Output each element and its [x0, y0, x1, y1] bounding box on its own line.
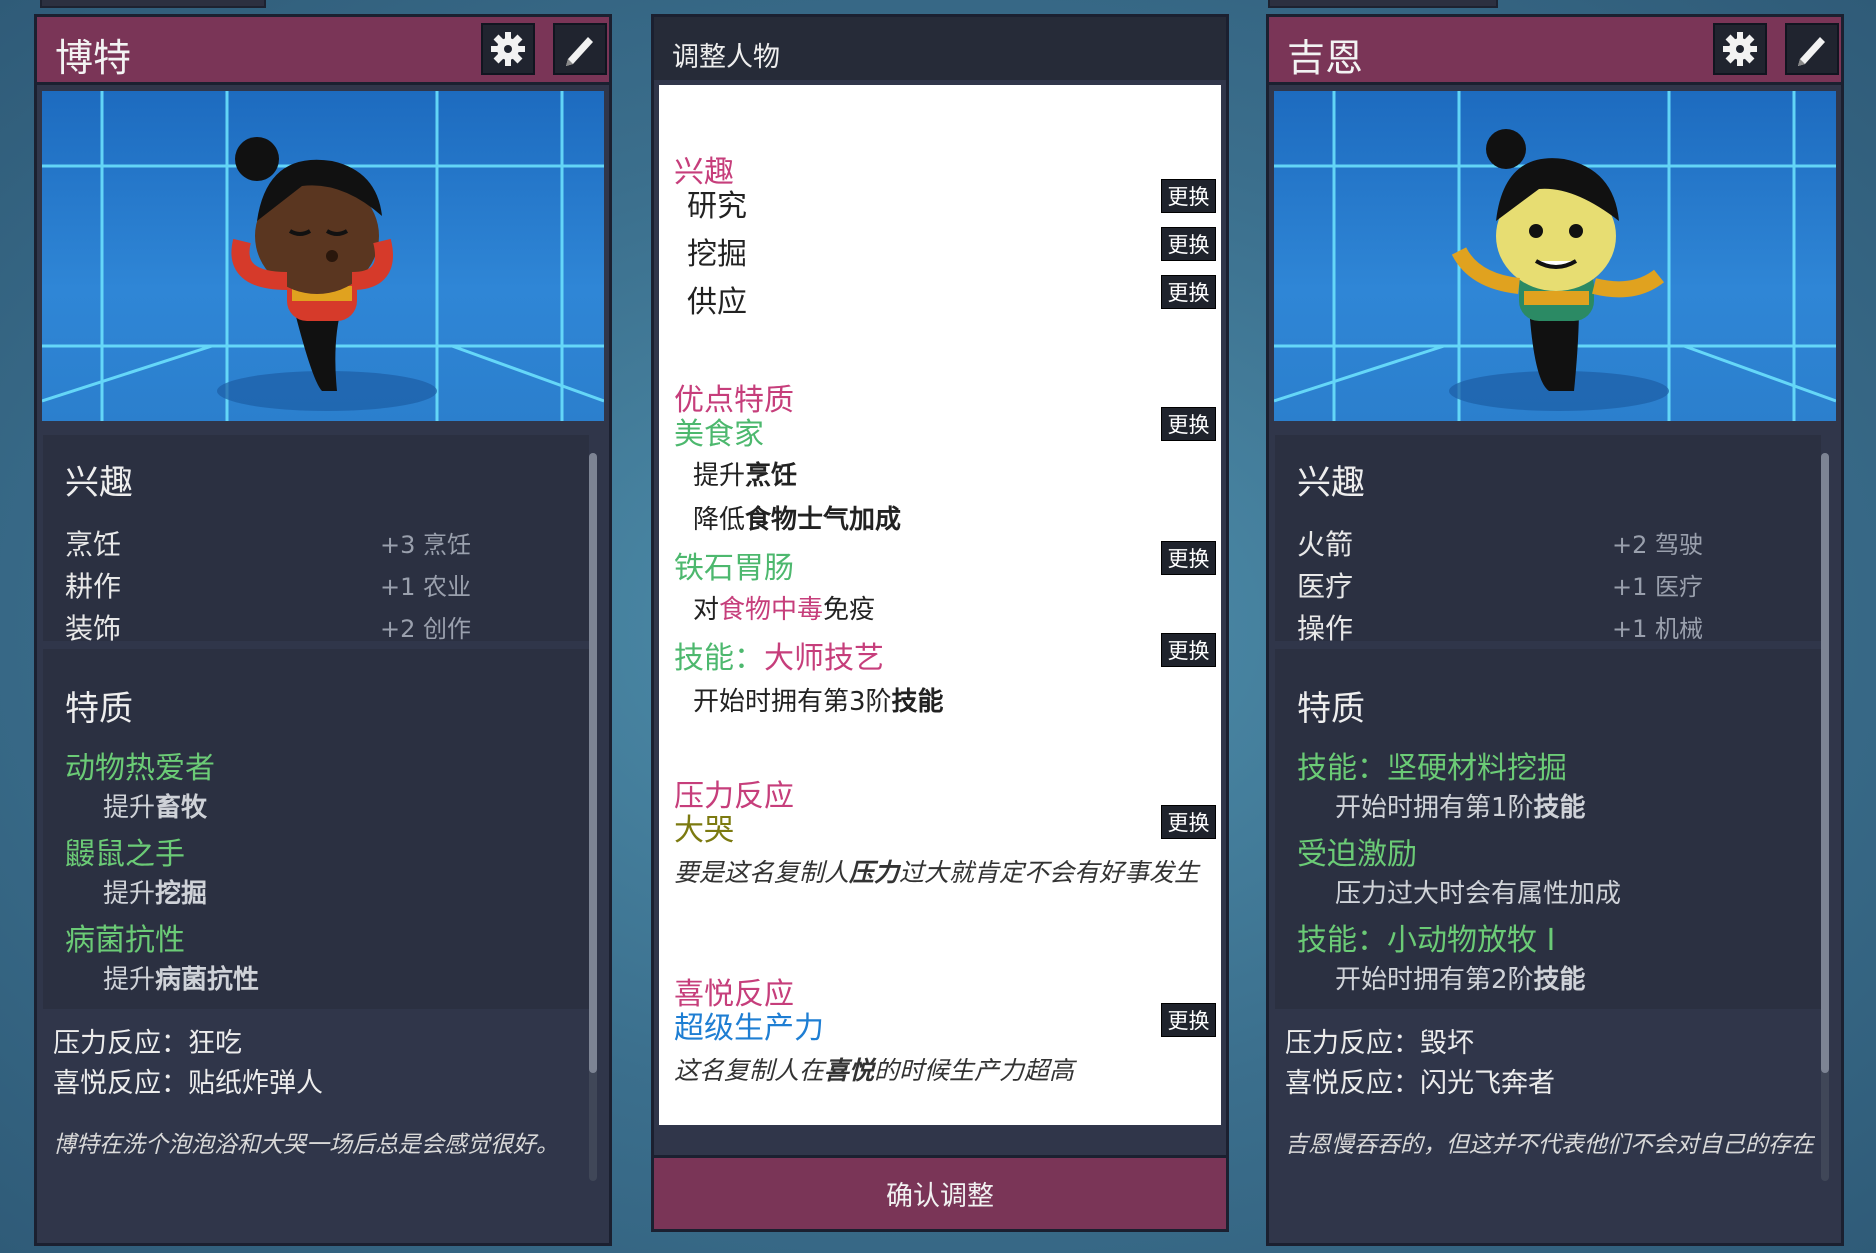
interest-row: 医疗 +1 医疗	[1297, 565, 1801, 603]
swap-button[interactable]: 更换	[1161, 1003, 1216, 1037]
bio-text: 吉恩慢吞吞的，但这并不代表他们不会对自己的存在有一丝不满。	[1285, 1132, 1815, 1158]
traits-section: 特质 动物热爱者 提升畜牧 鼹鼠之手 提升挖掘 病菌抗性 提升病菌抗性	[43, 649, 589, 1009]
trait-name: 病菌抗性	[65, 923, 185, 958]
interest-row: 耕作 +1 农业	[65, 565, 569, 603]
joy-reaction: 喜悦反应：闪光飞奔者	[1285, 1068, 1555, 1099]
interest-item: 研究	[687, 189, 747, 224]
swap-button[interactable]: 更换	[1161, 407, 1216, 441]
interest-name: 耕作	[65, 570, 122, 603]
swap-button[interactable]: 更换	[1161, 227, 1216, 261]
stress-reaction: 压力反应：狂吃	[53, 1028, 242, 1059]
interest-bonus: +3 烹饪	[380, 531, 472, 559]
interest-row: 装饰 +2 创作	[65, 607, 569, 645]
traits-title: 特质	[1297, 689, 1365, 729]
joy-reaction: 喜悦反应：贴纸炸弹人	[53, 1068, 323, 1099]
duplicant-name[interactable]: 博特	[55, 27, 131, 82]
scrollbar-thumb[interactable]	[589, 453, 597, 1073]
joy-desc: 这名复制人在喜悦的时候生产力超高	[674, 1056, 1075, 1085]
randomize-button[interactable]	[481, 23, 535, 75]
duplicant-panel-right: 吉恩 兴趣 火箭 +2 驾驶 医疗 +1 医疗 操作 +1 机械 特质 技能：坚…	[1266, 14, 1844, 1246]
interest-row: 火箭 +2 驾驶	[1297, 523, 1801, 561]
interest-bonus: +1 机械	[1612, 615, 1704, 643]
stress-reaction: 压力反应：毁坏	[1285, 1028, 1474, 1059]
interests-section: 兴趣 火箭 +2 驾驶 医疗 +1 医疗 操作 +1 机械	[1275, 435, 1821, 645]
interests-title: 兴趣	[65, 463, 133, 503]
stress-name: 大哭	[674, 813, 734, 848]
bio-text: 博特在洗个泡泡浴和大哭一场后总是会感觉很好。	[53, 1132, 559, 1158]
pencil-icon	[1798, 37, 1825, 66]
traits-title: 特质	[65, 689, 133, 729]
swap-button[interactable]: 更换	[1161, 633, 1216, 667]
trait-name: 受迫激励	[1297, 837, 1417, 872]
trait-desc: 压力过大时会有属性加成	[1335, 879, 1622, 909]
interests-section: 兴趣 烹饪 +3 烹饪 耕作 +1 农业 装饰 +2 创作	[43, 435, 589, 645]
interests-title: 兴趣	[1297, 463, 1365, 503]
swap-button[interactable]: 更换	[1161, 275, 1216, 309]
interest-name: 装饰	[65, 612, 122, 645]
interest-row: 操作 +1 机械	[1297, 607, 1801, 645]
trait-name: 技能：小动物放牧 I	[1297, 923, 1556, 958]
adjust-duplicant-panel: 调整人物 兴趣 研究 更换 挖掘 更换 供应 更换 优点特质 美食家 更换 提升…	[651, 14, 1229, 1232]
duplicant-portrait	[1274, 91, 1836, 421]
trait-desc: 提升挖掘	[103, 879, 208, 909]
gear-icon	[491, 32, 525, 66]
interest-bonus: +2 创作	[380, 615, 472, 643]
edit-button[interactable]	[1785, 23, 1839, 75]
duplicant-panel-left: 博特 兴趣 烹饪 +3 烹饪 耕作 +1 农业 装饰 +2 创作 特质 动物热爱…	[34, 14, 612, 1246]
panel-header: 吉恩	[1269, 17, 1841, 85]
trait-name: 动物热爱者	[65, 751, 215, 786]
confirm-label: 确认调整	[886, 1181, 994, 1212]
randomize-button[interactable]	[1713, 23, 1767, 75]
trait-name: 铁石胃肠	[674, 551, 794, 586]
traits-section: 特质 技能：坚硬材料挖掘 开始时拥有第1阶技能 受迫激励 压力过大时会有属性加成…	[1275, 649, 1821, 1009]
portrait-illustration	[42, 91, 604, 421]
scrollbar[interactable]	[589, 453, 597, 1181]
trait-desc: 提升病菌抗性	[103, 965, 260, 995]
interest-bonus: +1 农业	[380, 573, 472, 601]
trait-name: 技能：大师技艺	[674, 641, 884, 676]
interest-name: 操作	[1297, 612, 1354, 645]
swap-button[interactable]: 更换	[1161, 179, 1216, 213]
trait-name: 技能：坚硬材料挖掘	[1297, 751, 1567, 786]
top-tab-left	[40, 0, 266, 8]
adjust-body: 兴趣 研究 更换 挖掘 更换 供应 更换 优点特质 美食家 更换 提升烹饪 降低…	[659, 85, 1221, 1125]
interest-bonus: +2 驾驶	[1612, 531, 1704, 559]
scrollbar-thumb[interactable]	[1821, 453, 1829, 1073]
trait-desc: 降低食物士气加成	[693, 505, 902, 535]
pencil-icon	[566, 37, 593, 66]
trait-desc: 开始时拥有第2阶技能	[1335, 965, 1586, 995]
trait-desc: 对食物中毒免疫	[693, 595, 876, 625]
trait-desc: 提升畜牧	[103, 793, 208, 823]
top-tab-right	[1268, 0, 1498, 8]
portrait-illustration	[1274, 91, 1836, 421]
trait-desc: 提升烹饪	[693, 461, 798, 491]
gear-icon	[1723, 32, 1757, 66]
interest-name: 火箭	[1297, 528, 1354, 561]
trait-desc: 开始时拥有第3阶技能	[693, 687, 944, 717]
interest-name: 烹饪	[65, 528, 122, 561]
panel-title: 调整人物	[672, 42, 780, 73]
trait-desc: 开始时拥有第1阶技能	[1335, 793, 1586, 823]
panel-header: 博特	[37, 17, 609, 85]
scrollbar[interactable]	[1821, 453, 1829, 1181]
duplicant-name[interactable]: 吉恩	[1287, 27, 1363, 82]
interest-bonus: +1 医疗	[1612, 573, 1704, 601]
trait-name: 美食家	[674, 417, 764, 452]
edit-button[interactable]	[553, 23, 607, 75]
interest-item: 挖掘	[687, 237, 747, 272]
interest-row: 烹饪 +3 烹饪	[65, 523, 569, 561]
swap-button[interactable]: 更换	[1161, 541, 1216, 575]
panel-header: 调整人物	[654, 17, 1226, 80]
stress-desc: 要是这名复制人压力过大就肯定不会有好事发生	[674, 858, 1200, 887]
interest-name: 医疗	[1297, 570, 1354, 603]
duplicant-portrait	[42, 91, 604, 421]
interest-item: 供应	[687, 285, 747, 320]
trait-name: 鼹鼠之手	[65, 837, 185, 872]
swap-button[interactable]: 更换	[1161, 805, 1216, 839]
confirm-button[interactable]: 确认调整	[654, 1155, 1226, 1229]
joy-name: 超级生产力	[674, 1011, 824, 1046]
